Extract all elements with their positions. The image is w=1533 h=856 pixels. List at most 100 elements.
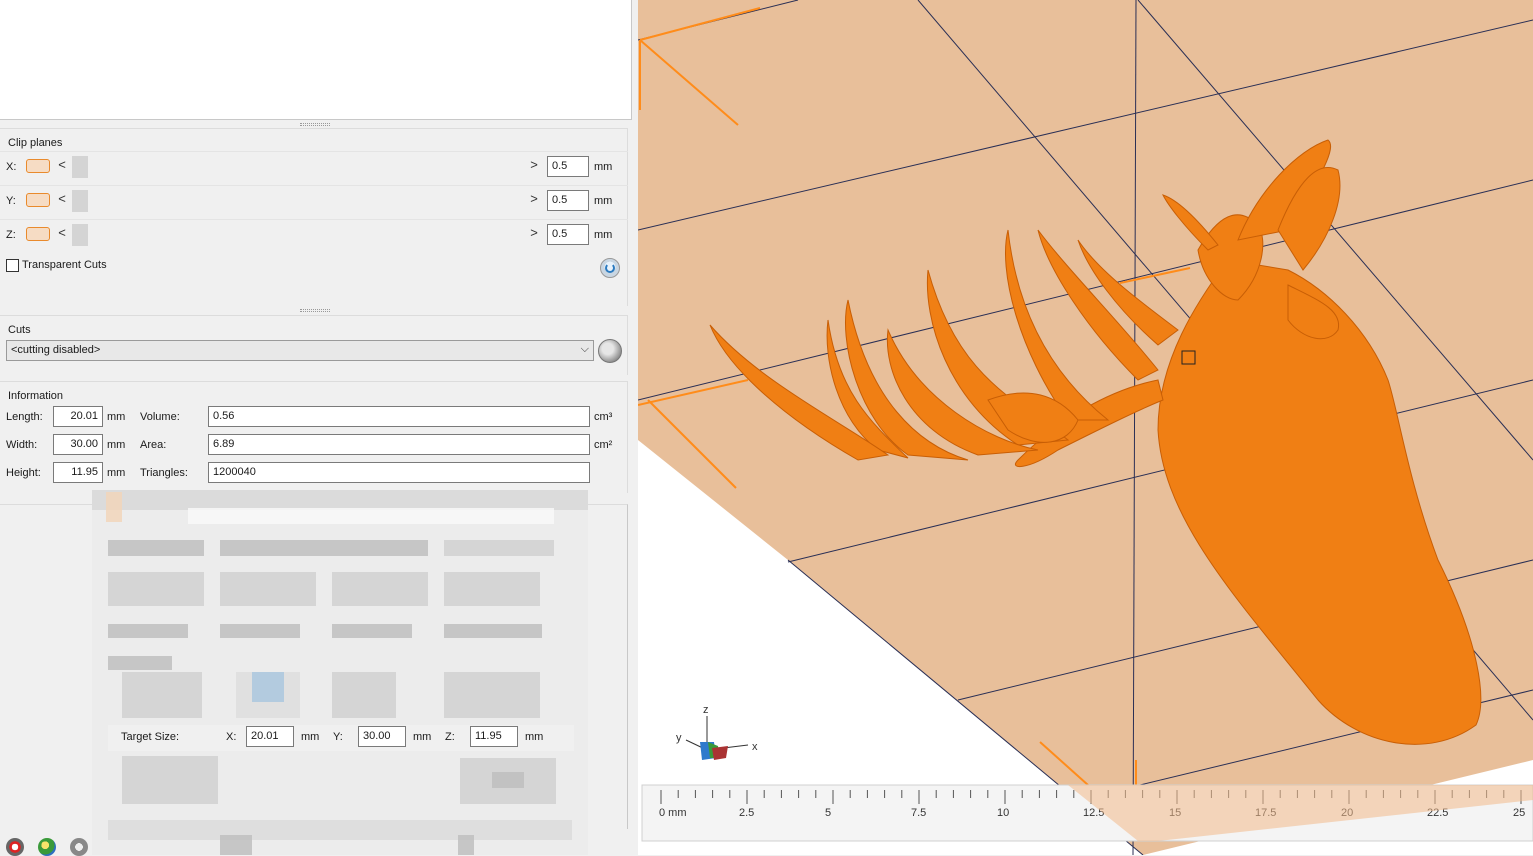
- decrease-arrow[interactable]: <: [56, 157, 68, 175]
- blurred-region: [492, 772, 524, 788]
- clip-value-input[interactable]: 0.5: [547, 156, 589, 177]
- blurred-region: [444, 672, 540, 718]
- blurred-region: [108, 656, 172, 670]
- blurred-region: [220, 835, 252, 855]
- unit-label: mm: [594, 195, 613, 207]
- unit-label: cm³: [594, 411, 613, 423]
- splitter-handle[interactable]: [300, 309, 330, 312]
- axis-label: X:: [6, 161, 17, 173]
- unit-label: mm: [413, 731, 432, 743]
- 3d-viewport[interactable]: z y x 0 mm2.557.51012.51517.52022.525: [638, 0, 1533, 855]
- blurred-region: [220, 572, 316, 606]
- target-x-input[interactable]: 20.01: [246, 726, 294, 747]
- blurred-region: [220, 540, 428, 556]
- object-list-area[interactable]: [0, 0, 632, 120]
- increase-arrow[interactable]: >: [528, 157, 540, 175]
- blurred-region: [122, 672, 202, 718]
- target-z-input[interactable]: 11.95: [470, 726, 518, 747]
- clip-color-swatch[interactable]: [26, 159, 50, 173]
- unit-label: mm: [107, 439, 126, 451]
- clip-row-z: Z: < > 0.5 mm: [0, 219, 628, 251]
- blurred-region: [236, 672, 300, 718]
- target-size-label: Target Size:: [121, 731, 180, 743]
- clip-row-y: Y: < > 0.5 mm: [0, 185, 628, 217]
- ruler-label: 7.5: [911, 807, 926, 819]
- blurred-region: [108, 820, 572, 840]
- information-title: Information: [8, 390, 64, 402]
- clip-planes-title: Clip planes: [8, 137, 63, 149]
- clip-value-input[interactable]: 0.5: [547, 224, 589, 245]
- magic-icon[interactable]: [38, 838, 56, 856]
- height-label: Height:: [6, 467, 41, 479]
- clip-planes-group: Clip planes X: < > 0.5 mm Y: < > 0.5 mm …: [0, 128, 628, 306]
- settings-icon[interactable]: [6, 838, 24, 856]
- blurred-region: [92, 490, 588, 510]
- axes-gizmo: z y x: [676, 704, 758, 760]
- transparent-cuts-label: Transparent Cuts: [22, 259, 107, 271]
- ruler: 0 mm2.557.51012.51517.52022.525: [641, 784, 1533, 842]
- cuts-select-value: <cutting disabled>: [11, 344, 101, 356]
- unit-label: cm²: [594, 439, 613, 451]
- target-x-label: X:: [226, 731, 237, 743]
- slider-thumb[interactable]: [72, 190, 88, 212]
- slider-thumb[interactable]: [72, 156, 88, 178]
- blurred-region: [458, 835, 474, 855]
- scene-svg[interactable]: z y x 0 mm2.557.51012.51517.52022.525: [638, 0, 1533, 855]
- blurred-region: [106, 492, 122, 522]
- blurred-region: [444, 624, 542, 638]
- length-value[interactable]: 20.01: [53, 406, 103, 427]
- splitter-handle[interactable]: [300, 123, 330, 126]
- area-value[interactable]: 6.89: [208, 434, 590, 455]
- length-label: Length:: [6, 411, 43, 423]
- axis-x-label: x: [752, 741, 758, 753]
- volume-label: Volume:: [140, 411, 180, 423]
- increase-arrow[interactable]: >: [528, 225, 540, 243]
- ruler-label: 5: [825, 807, 831, 819]
- chevron-down-icon: ⌵: [580, 343, 589, 355]
- unit-label: mm: [107, 411, 126, 423]
- decrease-arrow[interactable]: <: [56, 191, 68, 209]
- blurred-region: [108, 572, 204, 606]
- target-y-label: Y:: [333, 731, 343, 743]
- decrease-arrow[interactable]: <: [56, 225, 68, 243]
- axis-z-label: z: [703, 704, 709, 716]
- clip-slider[interactable]: [72, 224, 528, 246]
- cuts-title: Cuts: [8, 324, 31, 336]
- clip-value-input[interactable]: 0.5: [547, 190, 589, 211]
- target-y-input[interactable]: 30.00: [358, 726, 406, 747]
- height-value[interactable]: 11.95: [53, 462, 103, 483]
- unit-label: mm: [594, 229, 613, 241]
- unit-label: mm: [107, 467, 126, 479]
- clip-slider[interactable]: [72, 190, 528, 212]
- left-panel: Clip planes X: < > 0.5 mm Y: < > 0.5 mm …: [0, 0, 634, 856]
- volume-value[interactable]: 0.56: [208, 406, 590, 427]
- increase-arrow[interactable]: >: [528, 191, 540, 209]
- blurred-region: [108, 624, 188, 638]
- unit-label: mm: [525, 731, 544, 743]
- cuts-select[interactable]: <cutting disabled> ⌵: [6, 340, 594, 361]
- area-label: Area:: [140, 439, 167, 451]
- axis-label: Y:: [6, 195, 16, 207]
- width-value[interactable]: 30.00: [53, 434, 103, 455]
- blurred-region: [332, 672, 396, 718]
- scale-dialog: [92, 490, 588, 855]
- target-z-label: Z:: [445, 731, 455, 743]
- blurred-region: [332, 624, 412, 638]
- ruler-label: 10: [997, 807, 1009, 819]
- ruler-label: 0 mm: [659, 807, 687, 819]
- triangles-label: Triangles:: [140, 467, 188, 479]
- repair-icon[interactable]: [70, 838, 88, 856]
- clip-slider[interactable]: [72, 156, 528, 178]
- blurred-region: [122, 756, 218, 804]
- cut-tool-icon[interactable]: [598, 339, 622, 363]
- slider-thumb[interactable]: [72, 224, 88, 246]
- target-size-row: Target Size: X: 20.01 mm Y: 30.00 mm Z: …: [108, 725, 574, 751]
- blurred-region: [444, 572, 540, 606]
- blurred-region: [220, 624, 300, 638]
- clip-color-swatch[interactable]: [26, 227, 50, 241]
- bottom-toolbar: [0, 835, 100, 856]
- triangles-value[interactable]: 1200040: [208, 462, 590, 483]
- transparent-cuts-checkbox[interactable]: [6, 259, 19, 272]
- clip-color-swatch[interactable]: [26, 193, 50, 207]
- reset-icon[interactable]: [600, 258, 620, 278]
